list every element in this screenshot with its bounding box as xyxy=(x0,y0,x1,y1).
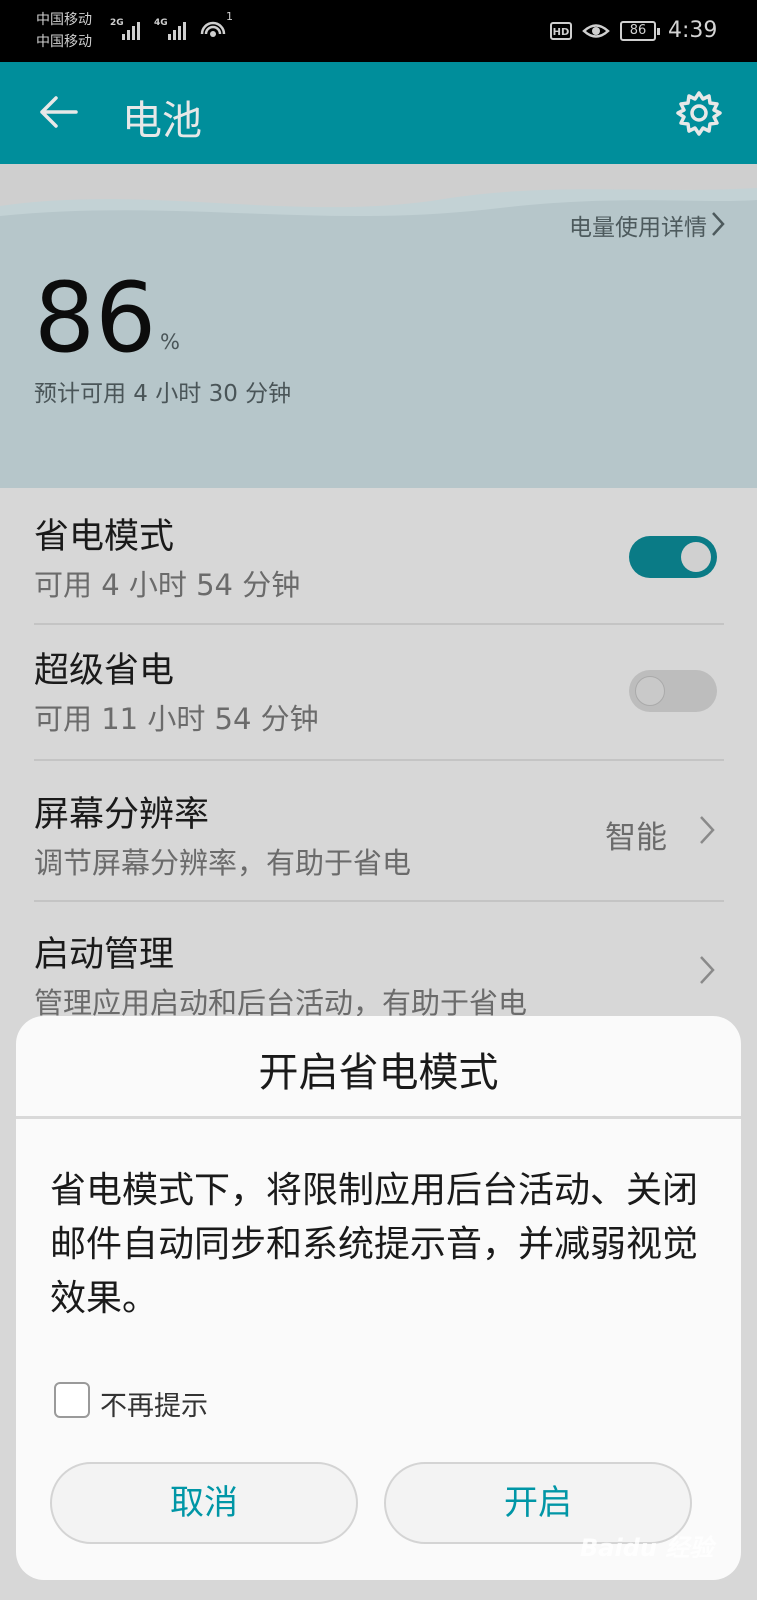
hd-voice-icon: HD xyxy=(550,22,572,40)
setting-title: 超级省电 xyxy=(34,651,175,691)
setting-title: 省电模式 xyxy=(34,517,175,557)
hotspot-count: 1 xyxy=(226,10,233,23)
cancel-button[interactable]: 取消 xyxy=(50,1462,358,1544)
carrier-label-2: 中国移动 xyxy=(36,34,92,50)
setting-subtitle: 调节屏幕分辨率，有助于省电 xyxy=(34,846,412,880)
dialog-message: 省电模式下，将限制应用后台活动、关闭邮件自动同步和系统提示音，并减弱视觉效果。 xyxy=(50,1170,699,1319)
power-saving-toggle[interactable] xyxy=(629,536,717,578)
battery-icon: 86 xyxy=(620,21,660,41)
setting-title: 启动管理 xyxy=(34,935,175,975)
signal-icon-1 xyxy=(122,20,140,40)
battery-summary: 电量使用详情 86 % 预计可用 4 小时 30 分钟 xyxy=(0,164,757,488)
back-arrow-icon[interactable] xyxy=(36,90,80,134)
power-saving-dialog: 开启省电模式 省电模式下，将限制应用后台活动、关闭邮件自动同步和系统提示音，并减… xyxy=(16,1016,741,1580)
setting-subtitle: 可用 11 小时 54 分钟 xyxy=(34,702,319,736)
battery-percent: 86 xyxy=(34,262,157,374)
chevron-right-icon xyxy=(712,212,725,236)
ultra-power-saving-toggle[interactable] xyxy=(629,670,717,712)
setting-ultra-power-saving[interactable]: 超级省电 可用 11 小时 54 分钟 xyxy=(0,624,757,760)
dont-remind-label[interactable]: 不再提示 xyxy=(100,1384,208,1423)
app-bar: 电池 xyxy=(0,62,757,164)
dont-remind-checkbox[interactable] xyxy=(54,1382,90,1418)
status-bar: 中国移动 中国移动 2G 4G 1 HD 86 4:39 xyxy=(0,0,757,62)
setting-startup-management[interactable]: 启动管理 管理应用启动和后台活动，有助于省电 xyxy=(0,902,757,1020)
hotspot-icon xyxy=(200,21,226,37)
battery-estimate: 预计可用 4 小时 30 分钟 xyxy=(34,381,292,407)
setting-subtitle: 可用 4 小时 54 分钟 xyxy=(34,568,301,602)
dialog-divider xyxy=(16,1116,741,1119)
dialog-title: 开启省电模式 xyxy=(258,1050,499,1096)
setting-title: 屏幕分辨率 xyxy=(34,795,210,835)
signal-icon-2 xyxy=(168,20,186,40)
network-type-4g: 4G xyxy=(154,18,168,28)
clock: 4:39 xyxy=(668,18,718,43)
chevron-right-icon xyxy=(700,816,715,844)
eye-comfort-icon xyxy=(582,24,610,38)
percent-unit: % xyxy=(160,330,180,354)
setting-screen-resolution[interactable]: 屏幕分辨率 调节屏幕分辨率，有助于省电 智能 xyxy=(0,760,757,900)
page-title: 电池 xyxy=(122,98,202,144)
watermark-logo: Baidu 经验 xyxy=(580,1534,714,1562)
usage-details-link[interactable]: 电量使用详情 xyxy=(569,208,707,242)
setting-power-saving[interactable]: 省电模式 可用 4 小时 54 分钟 xyxy=(0,488,757,624)
gear-icon[interactable] xyxy=(676,90,722,136)
chevron-right-icon xyxy=(700,956,715,984)
setting-value: 智能 xyxy=(605,820,667,856)
carrier-label-1: 中国移动 xyxy=(36,12,92,28)
